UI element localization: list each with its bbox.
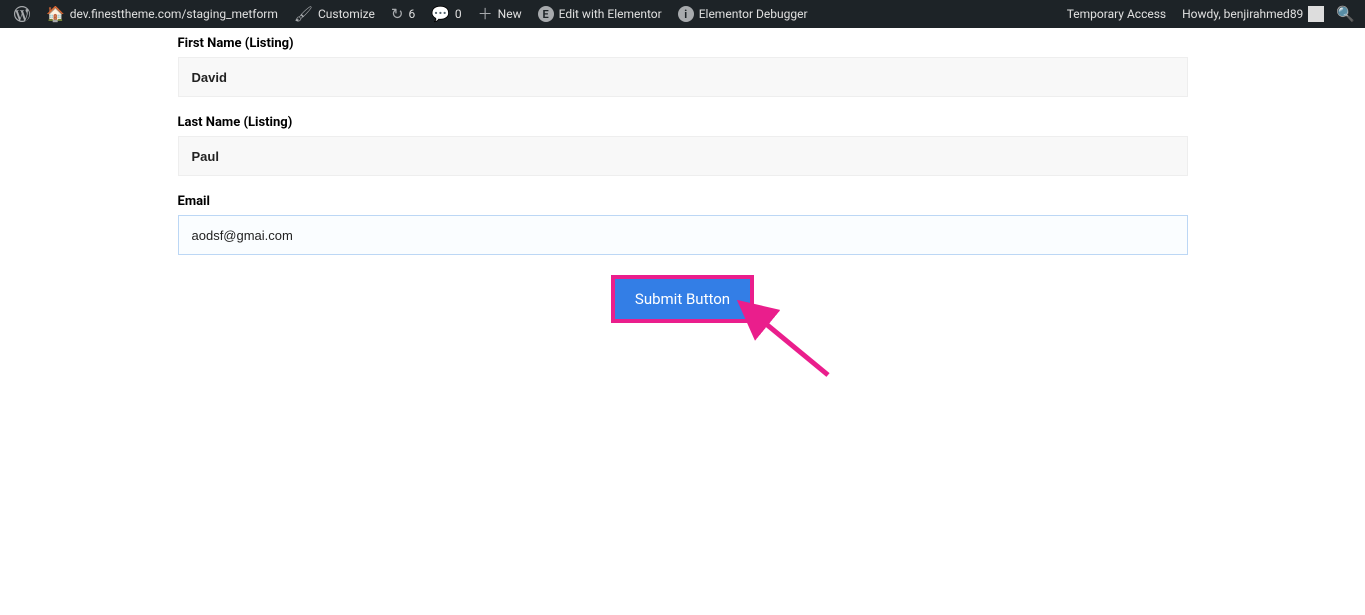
avatar xyxy=(1308,6,1324,22)
site-title: dev.finesttheme.com/staging_metform xyxy=(70,7,278,21)
last-name-input[interactable] xyxy=(178,136,1188,176)
comments-count: 0 xyxy=(455,7,462,21)
new-label: New xyxy=(498,7,522,21)
form-container: First Name (Listing) Last Name (Listing)… xyxy=(178,28,1188,323)
my-account-menu[interactable]: Howdy, benjirahmed89 xyxy=(1174,0,1332,28)
first-name-group: First Name (Listing) xyxy=(178,36,1188,97)
site-name-menu[interactable]: 🏠 dev.finesttheme.com/staging_metform xyxy=(38,0,286,28)
last-name-group: Last Name (Listing) xyxy=(178,115,1188,176)
first-name-label: First Name (Listing) xyxy=(178,36,1188,51)
wp-admin-bar: 🏠 dev.finesttheme.com/staging_metform 🖌 … xyxy=(0,0,1365,28)
edit-elementor-label: Edit with Elementor xyxy=(559,7,662,21)
elementor-icon: E xyxy=(538,6,554,22)
search-icon: 🔍 xyxy=(1336,7,1355,22)
first-name-input[interactable] xyxy=(178,57,1188,97)
temporary-access-link[interactable]: Temporary Access xyxy=(1059,0,1174,28)
edit-elementor-menu[interactable]: E Edit with Elementor xyxy=(530,0,670,28)
email-group: Email xyxy=(178,194,1188,255)
site-icon: 🏠 xyxy=(46,7,65,22)
howdy-text: Howdy, benjirahmed89 xyxy=(1182,7,1303,21)
comment-icon: 💬 xyxy=(431,7,450,22)
elementor-debugger-menu[interactable]: i Elementor Debugger xyxy=(670,0,816,28)
customize-menu[interactable]: 🖌 Customize xyxy=(286,0,383,28)
paintbrush-icon: 🖌 xyxy=(294,7,313,22)
new-content-menu[interactable]: ＋ New xyxy=(470,0,530,28)
adminbar-left: 🏠 dev.finesttheme.com/staging_metform 🖌 … xyxy=(6,0,816,28)
submit-wrap: Submit Button xyxy=(178,275,1188,323)
submit-button[interactable]: Submit Button xyxy=(611,275,754,323)
refresh-icon: ↻ xyxy=(391,7,404,22)
wordpress-icon xyxy=(14,6,30,22)
email-input[interactable] xyxy=(178,215,1188,255)
elementor-debugger-label: Elementor Debugger xyxy=(699,7,808,21)
comments-menu[interactable]: 💬 0 xyxy=(423,0,469,28)
search-menu[interactable]: 🔍 xyxy=(1332,0,1359,28)
annotation-arrow-icon xyxy=(738,305,898,425)
wp-logo-menu[interactable] xyxy=(6,0,38,28)
email-label: Email xyxy=(178,194,1188,209)
updates-count: 6 xyxy=(408,7,415,21)
info-icon: i xyxy=(678,6,694,22)
customize-label: Customize xyxy=(318,7,375,21)
last-name-label: Last Name (Listing) xyxy=(178,115,1188,130)
adminbar-right: Temporary Access Howdy, benjirahmed89 🔍 xyxy=(1059,0,1359,28)
temp-access-label: Temporary Access xyxy=(1067,7,1166,21)
plus-icon: ＋ xyxy=(478,7,493,22)
updates-menu[interactable]: ↻ 6 xyxy=(383,0,423,28)
